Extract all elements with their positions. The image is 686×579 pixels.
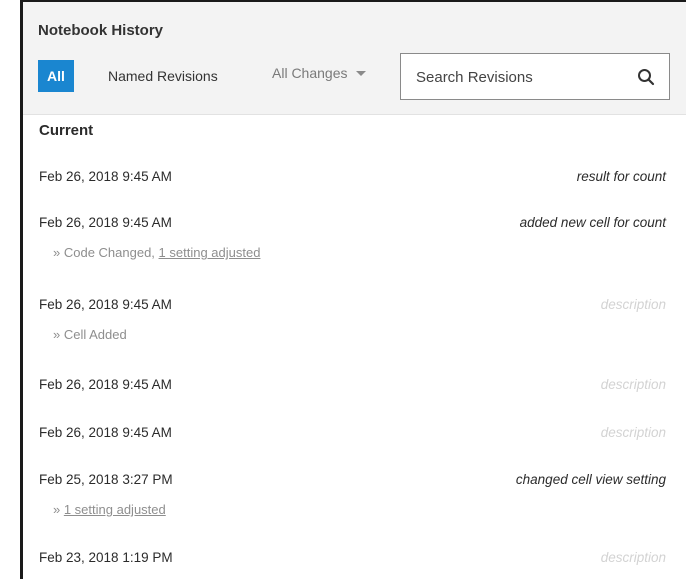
- panel-header: Notebook History All Named Revisions All…: [23, 2, 686, 115]
- revision-row[interactable]: Feb 26, 2018 9:45 AM description » Cell Ad…: [23, 297, 686, 342]
- settings-adjusted-link[interactable]: 1 setting adjusted: [159, 245, 261, 260]
- revision-description[interactable]: description: [601, 425, 666, 440]
- revision-row[interactable]: Feb 26, 2018 9:45 AM description: [23, 425, 686, 469]
- revision-description[interactable]: description: [601, 377, 666, 392]
- revision-description[interactable]: description: [601, 297, 666, 312]
- change-summary-text: »: [53, 502, 64, 517]
- revision-description[interactable]: added new cell for count: [520, 215, 666, 230]
- revision-row[interactable]: Feb 23, 2018 1:19 PM description: [23, 550, 686, 579]
- search-icon[interactable]: [637, 68, 655, 86]
- revision-description[interactable]: result for count: [577, 169, 666, 184]
- changes-filter-label: All Changes: [272, 65, 348, 81]
- change-summary-text: » Code Changed,: [53, 245, 159, 260]
- panel-title: Notebook History: [38, 22, 164, 39]
- changes-filter-dropdown[interactable]: All Changes: [272, 65, 366, 81]
- notebook-history-panel: Notebook History All Named Revisions All…: [20, 0, 686, 579]
- revision-description[interactable]: description: [601, 550, 666, 565]
- search-input[interactable]: [416, 65, 616, 89]
- settings-adjusted-link[interactable]: 1 setting adjusted: [64, 502, 166, 517]
- revision-date: Feb 25, 2018 3:27 PM: [39, 472, 173, 487]
- revision-date: Feb 23, 2018 1:19 PM: [39, 550, 173, 565]
- revision-row[interactable]: Feb 26, 2018 9:45 AM added new cell for c…: [23, 215, 686, 260]
- revision-date: Feb 26, 2018 9:45 AM: [39, 297, 172, 312]
- revision-row[interactable]: Feb 25, 2018 3:27 PM changed cell view se…: [23, 472, 686, 517]
- change-summary-text: » Cell Added: [53, 327, 127, 342]
- revision-date: Feb 26, 2018 9:45 AM: [39, 377, 172, 392]
- revision-change-summary: » Cell Added: [53, 327, 127, 342]
- search-box[interactable]: [400, 53, 670, 100]
- chevron-down-icon: [355, 71, 366, 76]
- revision-change-summary: » Code Changed, 1 setting adjusted: [53, 245, 260, 260]
- revision-date: Feb 26, 2018 9:45 AM: [39, 215, 172, 230]
- tab-all[interactable]: All: [38, 60, 74, 92]
- revision-change-summary: » 1 setting adjusted: [53, 502, 166, 517]
- revision-date: Feb 26, 2018 9:45 AM: [39, 425, 172, 440]
- revision-row[interactable]: Feb 26, 2018 9:45 AM description: [23, 377, 686, 421]
- tab-named-revisions[interactable]: Named Revisions: [108, 68, 218, 84]
- current-section-label: Current: [39, 122, 94, 139]
- revision-row[interactable]: Feb 26, 2018 9:45 AM result for count: [23, 169, 686, 213]
- revision-description[interactable]: changed cell view setting: [516, 472, 666, 487]
- revision-date: Feb 26, 2018 9:45 AM: [39, 169, 172, 184]
